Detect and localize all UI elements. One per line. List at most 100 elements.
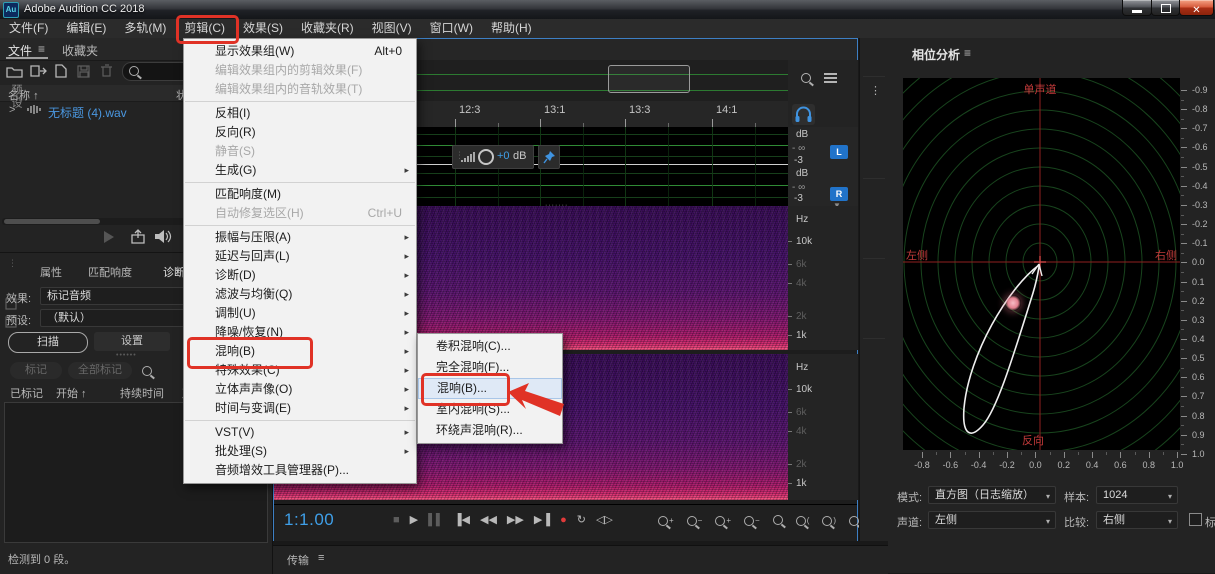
zoom-out-time-button[interactable]: − <box>744 513 760 531</box>
effects-menu-item-1[interactable]: 编辑效果组内的剪辑效果(F) <box>184 61 416 80</box>
effects-menu-item-10[interactable]: 自动修复选区(H)Ctrl+U <box>184 204 416 223</box>
settings-button[interactable]: 设置 <box>94 332 170 351</box>
export-icon[interactable] <box>130 229 147 245</box>
save-icon[interactable] <box>76 64 92 78</box>
submenu-arrow-icon: ▸ <box>404 380 409 399</box>
new-file-icon[interactable] <box>53 64 69 78</box>
panel-grip[interactable]: ⋮ <box>8 258 17 269</box>
marker-search-icon[interactable] <box>142 366 152 376</box>
phase-graph[interactable]: 单声道 左侧 右侧 反向 <box>903 78 1180 450</box>
file-list-item[interactable]: 无标题 (4).wav <box>48 104 127 121</box>
presets-tab-label[interactable]: 预设 <box>8 84 24 110</box>
column-marked[interactable]: 已标记 <box>10 385 43 401</box>
record-button[interactable]: ● <box>560 512 567 528</box>
effects-menu-item-25[interactable]: 音频增效工具管理器(P)... <box>184 461 416 480</box>
sample-select[interactable]: 1024▾ <box>1096 486 1178 504</box>
left-channel-button[interactable]: L <box>830 145 848 159</box>
skip-to-start-button[interactable]: ▐◀ <box>454 512 470 528</box>
volume-hud[interactable]: ⋮ +0 dB <box>452 145 534 169</box>
menubar-item-window[interactable]: 窗口(W) <box>421 19 482 38</box>
zoom-to-in-point-button[interactable]: ( <box>796 513 810 531</box>
meter-inf-left: - ∞ <box>792 143 805 154</box>
play-button[interactable]: ▶ <box>410 512 418 528</box>
menubar-item-help[interactable]: 帮助(H) <box>482 19 541 38</box>
effects-menu-item-12[interactable]: 振幅与压限(A)▸ <box>184 228 416 247</box>
strip-menu-icon[interactable]: ⋮ <box>870 84 881 97</box>
pin-hud[interactable] <box>538 145 560 169</box>
effects-menu-item-20[interactable]: 立体声声像(O)▸ <box>184 380 416 399</box>
effects-menu-item-9[interactable]: 匹配响度(M) <box>184 185 416 204</box>
fast-forward-button[interactable]: ▶▶ <box>507 512 524 528</box>
effects-menu-item-14[interactable]: 诊断(D)▸ <box>184 266 416 285</box>
stop-button[interactable]: ■ <box>393 512 400 528</box>
tab-favorites[interactable]: 收藏夹 <box>62 42 98 59</box>
column-duration[interactable]: 持续时间 <box>120 385 164 401</box>
effects-menu-item-24[interactable]: 批处理(S)▸ <box>184 442 416 461</box>
menubar-item-favorites[interactable]: 收藏夹(R) <box>292 19 363 38</box>
effects-menu-item-7[interactable]: 生成(G)▸ <box>184 161 416 180</box>
zoom-reset-button[interactable] <box>773 514 783 530</box>
rewind-button[interactable]: ◀◀ <box>480 512 497 528</box>
zoom-out-button[interactable]: − <box>687 513 703 531</box>
splitter-handle[interactable]: •••••• <box>116 352 137 359</box>
time-display[interactable]: 1:1.00 <box>284 510 334 530</box>
effects-menu-item-13[interactable]: 延迟与回声(L)▸ <box>184 247 416 266</box>
menubar-item-view[interactable]: 视图(V) <box>363 19 421 38</box>
reverb-submenu-item-0[interactable]: 卷积混响(C)... <box>418 336 562 357</box>
right-channel-button[interactable]: R <box>830 187 848 201</box>
tab-properties[interactable]: 属性 <box>40 264 62 280</box>
delete-icon[interactable] <box>100 64 114 78</box>
files-scrollbar-thumb[interactable] <box>4 219 100 224</box>
effects-menu-item-15[interactable]: 滤波与均衡(Q)▸ <box>184 285 416 304</box>
menubar-item-file[interactable]: 文件(F) <box>0 19 57 38</box>
zoom-to-out-point-button[interactable]: ) <box>822 513 836 531</box>
spectral-splitter-handle[interactable]: ······· <box>545 202 589 209</box>
effects-menu-item-2[interactable]: 编辑效果组内的音轨效果(T) <box>184 80 416 99</box>
column-start[interactable]: 开始 ↑ <box>56 385 87 401</box>
import-file-icon[interactable] <box>29 64 47 78</box>
effects-menu-item-5[interactable]: 反向(R) <box>184 123 416 142</box>
loop-playback-button[interactable]: ↻ <box>577 512 586 528</box>
effects-menu-item-21[interactable]: 时间与变调(E)▸ <box>184 399 416 418</box>
minimize-button[interactable] <box>1122 0 1152 16</box>
preview-play-icon[interactable] <box>104 231 114 243</box>
compare-select[interactable]: 右侧▾ <box>1096 511 1178 529</box>
menubar-item-effects[interactable]: 效果(S) <box>234 19 292 38</box>
phase-panel-menu-icon[interactable]: ≡ <box>964 46 971 60</box>
volume-knob[interactable] <box>478 149 494 165</box>
mark-all-button[interactable]: 全部标记 <box>68 362 132 379</box>
menu-item-label: 反相(I) <box>215 106 250 120</box>
speaker-icon[interactable] <box>153 228 173 245</box>
reverb-submenu-item-4[interactable]: 环绕声混响(R)... <box>418 420 562 441</box>
skip-to-end-button[interactable]: ▶▐ <box>534 512 550 528</box>
tab-diagnostics[interactable]: 诊断 <box>163 264 185 280</box>
spectral-controls-icon[interactable] <box>824 71 837 85</box>
mark-button[interactable]: 标记 <box>10 362 62 379</box>
scan-button[interactable]: 扫描 <box>8 332 88 353</box>
effects-menu-item-16[interactable]: 调制(U)▸ <box>184 304 416 323</box>
visible-range-box[interactable] <box>608 65 690 93</box>
channel-select[interactable]: 左侧▾ <box>928 511 1056 529</box>
volume-value[interactable]: +0 <box>497 150 510 162</box>
restore-button[interactable] <box>1151 0 1180 16</box>
pause-button[interactable]: ▌▌ <box>428 512 444 528</box>
zoom-in-time-button[interactable]: + <box>715 513 731 531</box>
effects-menu-item-23[interactable]: VST(V)▸ <box>184 423 416 442</box>
monitor-button[interactable] <box>792 104 815 125</box>
menubar-item-multitrack[interactable]: 多轨(M) <box>115 19 175 38</box>
open-folder-icon[interactable] <box>6 65 24 78</box>
presets-collapsed-panel[interactable]: ⋮ <box>859 38 890 541</box>
menubar-item-edit[interactable]: 编辑(E) <box>57 19 115 38</box>
effects-menu-item-0[interactable]: 显示效果组(W)Alt+0 <box>184 42 416 61</box>
zoom-reset-icon[interactable] <box>801 73 811 83</box>
tab-match-loudness[interactable]: 匹配响度 <box>88 264 132 280</box>
mode-select[interactable]: 直方图（日志缩放）▾ <box>928 486 1056 504</box>
zoom-in-button[interactable]: + <box>658 513 674 531</box>
transport-panel-menu-icon[interactable]: ≡ <box>318 552 324 564</box>
effects-menu-item-6[interactable]: 静音(S) <box>184 142 416 161</box>
effects-menu-item-4[interactable]: 反相(I) <box>184 104 416 123</box>
close-button[interactable]: ✕ <box>1179 0 1214 16</box>
normalize-checkbox[interactable] <box>1189 513 1202 526</box>
panel-menu-icon[interactable]: ≡ <box>38 42 45 56</box>
move-playhead-button[interactable]: ◁▷ <box>596 512 613 528</box>
